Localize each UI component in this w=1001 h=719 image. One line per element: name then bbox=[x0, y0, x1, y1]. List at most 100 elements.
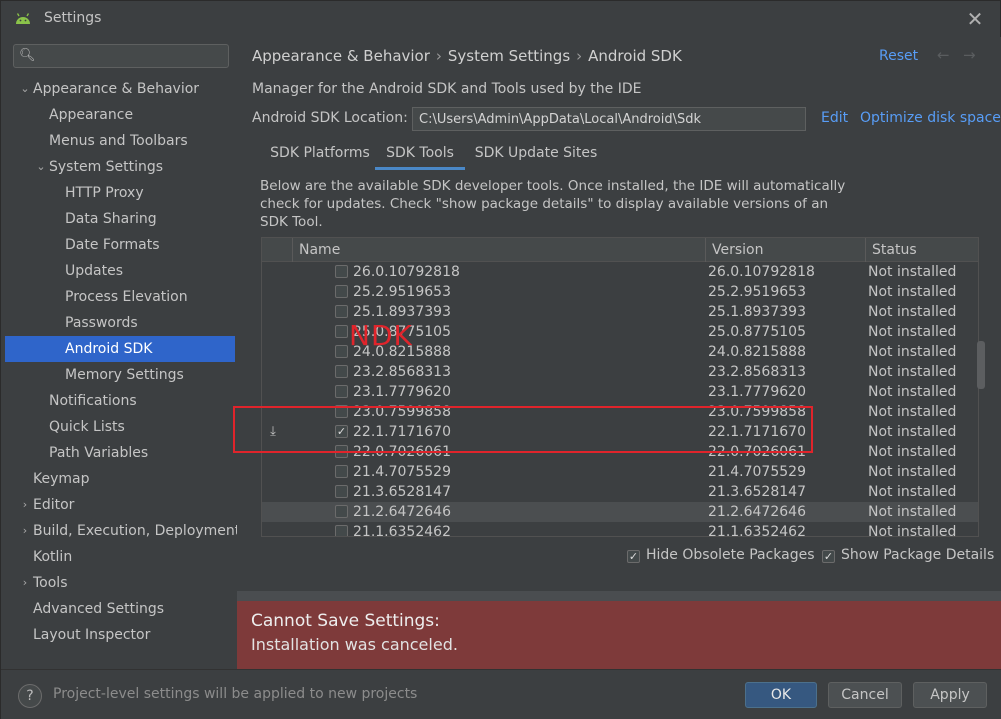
package-checkbox[interactable] bbox=[335, 465, 348, 478]
sidebar-item[interactable]: Date Formats bbox=[5, 232, 235, 258]
tab-sdk-platforms[interactable]: SDK Platforms bbox=[255, 136, 385, 170]
table-row[interactable]: 21.1.6352462 21.1.6352462 Not installed bbox=[262, 522, 978, 536]
cancel-button[interactable]: Cancel bbox=[828, 682, 902, 708]
cell-status: Not installed bbox=[868, 364, 957, 380]
cell-version: 23.0.7599858 bbox=[708, 404, 806, 420]
sidebar-item[interactable]: Advanced Settings bbox=[5, 596, 235, 622]
cell-status: Not installed bbox=[868, 324, 957, 340]
package-checkbox[interactable] bbox=[335, 345, 348, 358]
sidebar-item[interactable]: Quick Lists bbox=[5, 414, 235, 440]
table-row[interactable]: 21.2.6472646 21.2.6472646 Not installed bbox=[262, 502, 978, 522]
sidebar-item[interactable]: ⌄ Appearance & Behavior bbox=[5, 76, 235, 102]
search-box[interactable]: 🔍︎ bbox=[13, 44, 229, 68]
table-row[interactable]: 25.0.8775105 25.0.8775105 Not installed bbox=[262, 322, 978, 342]
help-icon[interactable]: ? bbox=[18, 684, 42, 708]
chevron-down-icon[interactable]: ⌄ bbox=[35, 154, 47, 180]
table-row[interactable]: 23.1.7779620 23.1.7779620 Not installed bbox=[262, 382, 978, 402]
table-scrollbar[interactable] bbox=[977, 261, 985, 537]
cell-version: 21.3.6528147 bbox=[708, 484, 806, 500]
package-checkbox[interactable]: ✓ bbox=[335, 425, 348, 438]
sidebar-item-label: Appearance bbox=[49, 107, 134, 123]
tab-sdk-tools[interactable]: SDK Tools bbox=[375, 136, 465, 170]
package-checkbox[interactable] bbox=[335, 365, 348, 378]
table-row[interactable]: 26.0.10792818 26.0.10792818 Not installed bbox=[262, 262, 978, 282]
show-package-details-option[interactable]: ✓ Show Package Details bbox=[822, 546, 994, 564]
breadcrumb-item[interactable]: Appearance & Behavior bbox=[252, 47, 430, 65]
chevron-right-icon[interactable]: › bbox=[19, 492, 31, 518]
sidebar-item[interactable]: Path Variables bbox=[5, 440, 235, 466]
checkbox-checked-icon[interactable]: ✓ bbox=[627, 550, 640, 563]
footer-note: Project-level settings will be applied t… bbox=[53, 686, 418, 702]
sidebar-item[interactable]: Appearance bbox=[5, 102, 235, 128]
scroll-thumb[interactable] bbox=[977, 341, 985, 389]
breadcrumb-item[interactable]: System Settings bbox=[448, 47, 570, 65]
column-header-name[interactable]: Name bbox=[292, 238, 705, 262]
column-header-version[interactable]: Version bbox=[705, 238, 865, 262]
search-icon: 🔍︎ bbox=[19, 48, 36, 63]
package-checkbox[interactable] bbox=[335, 325, 348, 338]
table-row[interactable]: 21.3.6528147 21.3.6528147 Not installed bbox=[262, 482, 978, 502]
cell-status: Not installed bbox=[868, 464, 957, 480]
table-row[interactable]: ⤓ ✓ 22.1.7171670 22.1.7171670 Not installed bbox=[262, 422, 978, 442]
sidebar-item[interactable]: Layout Inspector bbox=[5, 622, 235, 648]
forward-arrow-icon[interactable]: → bbox=[963, 46, 976, 64]
sidebar-item[interactable]: HTTP Proxy bbox=[5, 180, 235, 206]
package-checkbox[interactable] bbox=[335, 385, 348, 398]
sidebar-item-label: Build, Execution, Deployment bbox=[33, 523, 241, 539]
hide-obsolete-packages-option[interactable]: ✓ Hide Obsolete Packages bbox=[627, 546, 815, 564]
sidebar-item[interactable]: Memory Settings bbox=[5, 362, 235, 388]
table-row[interactable]: 22.0.7026061 22.0.7026061 Not installed bbox=[262, 442, 978, 462]
sidebar-item[interactable]: Process Elevation bbox=[5, 284, 235, 310]
chevron-right-icon[interactable]: › bbox=[19, 570, 31, 596]
package-checkbox[interactable] bbox=[335, 445, 348, 458]
sidebar-item[interactable]: Menus and Toolbars bbox=[5, 128, 235, 154]
apply-button[interactable]: Apply bbox=[913, 682, 987, 708]
sidebar-item[interactable]: › Build, Execution, Deployment bbox=[5, 518, 240, 544]
chevron-right-icon[interactable]: › bbox=[19, 518, 31, 544]
window-title: Settings bbox=[44, 10, 102, 26]
sidebar-item[interactable]: Kotlin bbox=[5, 544, 235, 570]
package-checkbox[interactable] bbox=[335, 525, 348, 536]
reset-link[interactable]: Reset bbox=[879, 48, 918, 64]
tab-sdk-update-sites[interactable]: SDK Update Sites bbox=[471, 136, 601, 170]
sidebar-item[interactable]: Keymap bbox=[5, 466, 235, 492]
show-details-label: Show Package Details bbox=[841, 547, 995, 563]
sidebar-item[interactable]: Data Sharing bbox=[5, 206, 235, 232]
table-row[interactable]: 23.0.7599858 23.0.7599858 Not installed bbox=[262, 402, 978, 422]
column-header-status[interactable]: Status bbox=[865, 238, 978, 262]
search-input[interactable] bbox=[38, 47, 223, 65]
sidebar-item-label: System Settings bbox=[49, 159, 164, 175]
package-checkbox[interactable] bbox=[335, 285, 348, 298]
sidebar-item[interactable]: Android SDK bbox=[5, 336, 235, 362]
chevron-down-icon[interactable]: ⌄ bbox=[19, 76, 31, 102]
table-row[interactable]: 25.1.8937393 25.1.8937393 Not installed bbox=[262, 302, 978, 322]
sdk-location-input[interactable] bbox=[412, 107, 806, 131]
package-checkbox[interactable] bbox=[335, 305, 348, 318]
checkbox-checked-icon[interactable]: ✓ bbox=[822, 550, 835, 563]
sidebar-item[interactable]: Notifications bbox=[5, 388, 235, 414]
package-checkbox[interactable] bbox=[335, 485, 348, 498]
table-row[interactable]: 23.2.8568313 23.2.8568313 Not installed bbox=[262, 362, 978, 382]
sidebar-item-label: Layout Inspector bbox=[33, 627, 151, 643]
package-checkbox[interactable] bbox=[335, 505, 348, 518]
close-icon[interactable]: ✕ bbox=[965, 9, 985, 29]
sidebar-item[interactable]: › Editor bbox=[5, 492, 235, 518]
sidebar-item[interactable]: Passwords bbox=[5, 310, 235, 336]
table-row[interactable]: 25.2.9519653 25.2.9519653 Not installed bbox=[262, 282, 978, 302]
settings-window: Settings ✕ 🔍︎ ⌄ Appearance & Behavior Appe… bbox=[0, 0, 1001, 719]
back-arrow-icon[interactable]: ← bbox=[937, 46, 950, 64]
package-checkbox[interactable] bbox=[335, 265, 348, 278]
sidebar-item[interactable]: › Tools bbox=[5, 570, 235, 596]
cell-version: 25.0.8775105 bbox=[708, 324, 806, 340]
table-row[interactable]: 21.4.7075529 21.4.7075529 Not installed bbox=[262, 462, 978, 482]
android-icon bbox=[16, 13, 30, 24]
sidebar-item[interactable]: ⌄ System Settings bbox=[5, 154, 235, 180]
sidebar-item-label: Path Variables bbox=[49, 445, 149, 461]
package-checkbox[interactable] bbox=[335, 405, 348, 418]
edit-link[interactable]: Edit bbox=[821, 110, 848, 126]
cell-version: 22.1.7171670 bbox=[708, 424, 806, 440]
ok-button[interactable]: OK bbox=[745, 682, 817, 708]
table-row[interactable]: 24.0.8215888 24.0.8215888 Not installed bbox=[262, 342, 978, 362]
optimize-disk-space-link[interactable]: Optimize disk space bbox=[860, 110, 1001, 126]
sidebar-item[interactable]: Updates bbox=[5, 258, 235, 284]
